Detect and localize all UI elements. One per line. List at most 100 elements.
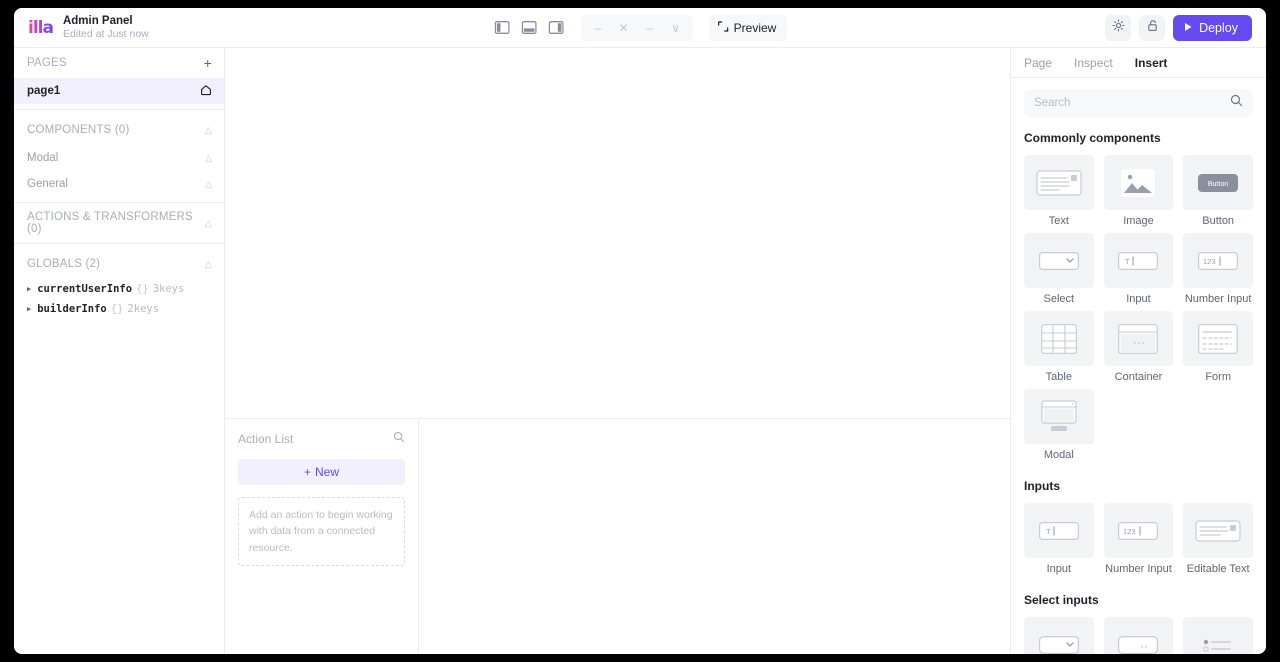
caret-right-icon[interactable]: ▶ <box>27 301 31 317</box>
component-card-editable-text[interactable]: Editable Text <box>1183 503 1253 577</box>
deploy-label: Deploy <box>1199 20 1238 35</box>
sidebar-section-components[interactable]: COMPONENTS (0) △ <box>14 115 224 145</box>
sidebar-item-general-group[interactable]: General △ <box>14 171 224 197</box>
chevron-up-icon[interactable]: △ <box>205 259 212 269</box>
more-dropdown-button[interactable]: ∨ <box>663 17 689 39</box>
action-list-title: Action List <box>238 432 294 446</box>
preview-button[interactable]: Preview <box>708 14 788 41</box>
component-card-table[interactable]: Table <box>1024 311 1094 385</box>
sidebar-section-pages[interactable]: PAGES + <box>14 48 224 78</box>
center-toolbar: – ✕ – ∨ Preview <box>493 14 788 41</box>
component-search-wrapper[interactable] <box>1024 89 1253 117</box>
component-label: Select <box>1043 293 1075 305</box>
global-name: builderInfo <box>37 303 107 315</box>
toggle-left-panel-icon[interactable] <box>493 19 511 37</box>
canvas[interactable] <box>225 48 1010 419</box>
search-icon[interactable] <box>1230 94 1243 112</box>
toggle-bottom-panel-icon[interactable] <box>520 19 538 37</box>
illa-builder-window: illa Admin Panel Edited at Just now – ✕ … <box>14 8 1266 654</box>
commonly-components-grid: Text Image Button Button Select T Input … <box>1024 155 1253 463</box>
component-card-form[interactable]: Form <box>1183 311 1253 385</box>
new-action-button[interactable]: + New <box>238 459 405 485</box>
sidebar-section-actions[interactable]: ACTIONS & TRANSFORMERS (0) △ <box>14 208 224 238</box>
action-list-panel: Action List + New Add an action to begin… <box>225 419 419 654</box>
expand-icon <box>718 20 729 35</box>
divider-3 <box>14 243 224 244</box>
svg-text:Button: Button <box>1208 181 1228 188</box>
global-item-currentuserinfo[interactable]: ▶ currentUserInfo {} 3keys <box>14 279 224 299</box>
insert-panel-scroll: Commonly components Text Image <box>1011 78 1266 654</box>
component-label: Container <box>1114 371 1163 383</box>
sidebar-item-modal-group[interactable]: Modal △ <box>14 145 224 171</box>
gear-icon <box>1112 19 1125 37</box>
bottom-dock: Action List + New Add an action to begin… <box>225 419 1010 654</box>
image-icon <box>1103 155 1174 210</box>
global-item-builderinfo[interactable]: ▶ builderInfo {} 2keys <box>14 299 224 319</box>
component-card-image[interactable]: Image <box>1103 155 1174 229</box>
search-input[interactable] <box>1034 97 1230 109</box>
global-name: currentUserInfo <box>37 283 133 295</box>
button-icon: Button <box>1183 155 1253 210</box>
app-title[interactable]: Admin Panel <box>63 14 149 28</box>
close-button[interactable]: ✕ <box>611 17 637 39</box>
tab-inspect[interactable]: Inspect <box>1074 56 1113 70</box>
modal-icon <box>1024 389 1094 444</box>
main-body: PAGES + page1 COMPONENTS (0) △ Modal △ G… <box>14 48 1266 654</box>
global-brace: {} <box>110 303 124 315</box>
inputs-grid: T Input 123 Number Input Editable Text <box>1024 503 1253 577</box>
global-brace: {} <box>136 283 149 295</box>
component-card-number-input-2[interactable]: 123 Number Input <box>1103 503 1174 577</box>
radio-group-icon <box>1183 617 1253 654</box>
chevron-up-icon[interactable]: △ <box>205 218 212 228</box>
tab-page[interactable]: Page <box>1024 56 1052 70</box>
editable-text-icon <box>1183 503 1253 558</box>
component-card-multiselect[interactable] <box>1103 617 1174 654</box>
pages-title: PAGES <box>27 57 67 69</box>
undo-button[interactable]: – <box>585 17 611 39</box>
component-card-input-2[interactable]: T Input <box>1024 503 1094 577</box>
component-card-input[interactable]: T Input <box>1103 233 1174 307</box>
sidebar-item-page1[interactable]: page1 <box>14 78 224 104</box>
history-button-group: – ✕ – ∨ <box>580 14 693 41</box>
component-label: Image <box>1123 215 1154 227</box>
component-card-modal[interactable]: Modal <box>1024 389 1094 463</box>
number-input-icon: 123 <box>1103 503 1174 558</box>
right-panel-tabs: Page Inspect Insert <box>1011 48 1266 78</box>
illa-logo[interactable]: illa <box>28 18 54 38</box>
component-card-select[interactable]: Select <box>1024 233 1094 307</box>
input-icon: T <box>1103 233 1174 288</box>
chevron-up-icon[interactable]: △ <box>205 179 212 189</box>
divider-1 <box>14 109 224 110</box>
play-icon <box>1184 21 1193 35</box>
redo-button[interactable]: – <box>637 17 663 39</box>
actions-title: ACTIONS & TRANSFORMERS (0) <box>27 211 193 235</box>
chevron-up-icon[interactable]: △ <box>205 125 212 135</box>
toggle-right-panel-icon[interactable] <box>547 19 565 37</box>
search-icon[interactable] <box>393 430 405 448</box>
component-label: Input <box>1046 563 1072 575</box>
component-card-radio-group[interactable] <box>1183 617 1253 654</box>
component-card-select-2[interactable] <box>1024 617 1094 654</box>
app-meta: Admin Panel Edited at Just now <box>63 14 149 42</box>
chevron-up-icon[interactable]: △ <box>205 153 212 163</box>
component-label: Form <box>1205 371 1231 383</box>
input-icon: T <box>1024 503 1094 558</box>
component-card-text[interactable]: Text <box>1024 155 1094 229</box>
deploy-button[interactable]: Deploy <box>1173 14 1252 41</box>
caret-right-icon[interactable]: ▶ <box>27 281 31 297</box>
add-page-icon[interactable]: + <box>204 56 212 70</box>
unlock-icon <box>1146 19 1159 37</box>
component-label: Number Input <box>1105 563 1172 575</box>
settings-button[interactable] <box>1105 14 1132 41</box>
component-card-button[interactable]: Button Button <box>1183 155 1253 229</box>
component-card-container[interactable]: Container <box>1103 311 1174 385</box>
text-block-icon <box>1024 155 1094 210</box>
component-card-number-input[interactable]: 123 Number Input <box>1183 233 1253 307</box>
tab-insert[interactable]: Insert <box>1135 56 1168 70</box>
component-label: Editable Text <box>1186 563 1250 575</box>
sidebar-section-globals[interactable]: GLOBALS (2) △ <box>14 249 224 279</box>
svg-text:T: T <box>1046 527 1051 536</box>
home-icon[interactable] <box>200 84 212 99</box>
lock-button[interactable] <box>1139 14 1166 41</box>
preview-label: Preview <box>733 20 777 35</box>
